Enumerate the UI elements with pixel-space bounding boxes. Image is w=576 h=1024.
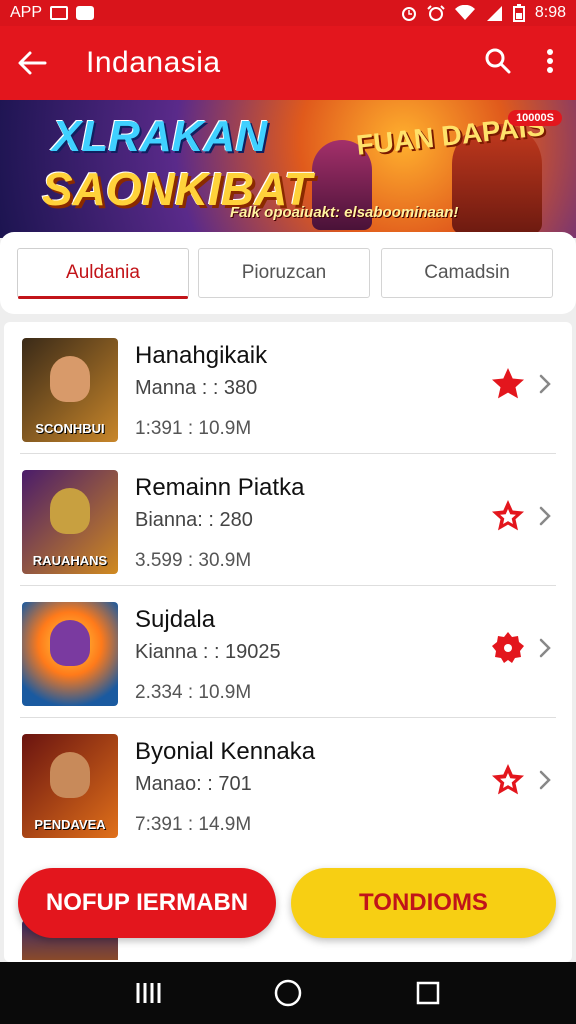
alarm-icon [401,7,416,21]
game-size: 1:391 : 10.9M [135,418,252,439]
favorite-star-icon[interactable] [490,762,526,798]
favorite-star-icon[interactable] [490,366,526,402]
game-size: 7:391 : 14.9M [135,814,252,835]
thumbnail-caption: PENDAVEA [34,817,106,832]
battery-icon [512,4,525,22]
list-item[interactable]: SCONHBUI Hanahgikaik Manna : : 380 1:391… [4,322,572,454]
arrow-left-icon [18,51,47,75]
alarm-clock-icon [427,5,445,21]
back-button[interactable] [16,47,48,79]
banner-badge: 10000S [508,110,562,126]
chevron-right-icon[interactable] [535,504,555,528]
more-vertical-icon [547,48,553,73]
game-thumbnail [22,602,118,706]
character-image [50,620,90,666]
game-list: SCONHBUI Hanahgikaik Manna : : 380 1:391… [4,322,572,962]
status-app-label: APP [10,4,43,21]
tab-camadsin[interactable]: Camadsin [381,248,553,298]
promo-banner[interactable]: XLRAKAN SAONKIBAT FUAN DAPAIS Falk opoai… [0,100,576,238]
favorite-star-icon[interactable] [490,498,526,534]
search-button[interactable] [484,47,512,80]
notification-icon [50,6,69,20]
status-time: 8:98 [534,4,566,21]
game-stat: Kianna : : 19025 [135,641,281,663]
game-thumbnail: PENDAVEA [22,734,118,838]
chevron-right-icon[interactable] [535,768,555,792]
recent-apps-button[interactable] [128,973,168,1013]
thumbnail-caption: SCONHBUI [35,421,105,436]
list-item[interactable]: RAUAHANS Remainn Piatka Bianna: : 280 3.… [4,454,572,586]
banner-tagline: Falk opoaiuakt: elsaboominaan! [230,204,459,221]
character-image [50,488,90,534]
game-stat: Bianna: : 280 [135,509,253,531]
tab-pioruzcan[interactable]: Pioruzcan [198,248,370,298]
list-item[interactable]: Sujdala Kianna : : 19025 2.334 : 10.9M [4,586,572,718]
game-name: Sujdala [135,606,216,633]
game-name: Remainn Piatka [135,474,305,501]
game-size: 2.334 : 10.9M [135,682,252,703]
message-icon [76,6,95,20]
recent-apps-icon [136,983,161,1003]
favorite-badge-icon[interactable] [490,630,526,666]
system-nav-bar [0,962,576,1024]
status-bar: APP 8:98 [0,0,576,26]
page-title: Indanasia [86,46,221,79]
character-image [50,356,90,402]
chevron-right-icon[interactable] [535,636,555,660]
wifi-icon [454,5,475,20]
signal-icon [486,6,502,21]
game-thumbnail: RAUAHANS [22,470,118,574]
character-image [50,752,90,798]
game-stat: Manao: : 701 [135,773,252,795]
chevron-right-icon[interactable] [535,372,555,396]
square-icon [416,981,440,1005]
banner-title-line1: XLRAKAN [52,112,268,161]
game-name: Hanahgikaik [135,342,268,369]
game-thumbnail: SCONHBUI [22,338,118,442]
back-nav-button[interactable] [408,973,448,1013]
secondary-action-button[interactable]: TONDIOMS [291,868,556,938]
list-item[interactable]: PENDAVEA Byonial Kennaka Manao: : 701 7:… [4,718,572,850]
overflow-menu-button[interactable] [546,48,554,79]
tab-auldania[interactable]: Auldania [17,248,189,299]
game-size: 3.599 : 30.9M [135,550,252,571]
primary-action-button[interactable]: NOFUP IERMABN [18,868,276,938]
home-button[interactable] [268,973,308,1013]
tab-bar: Auldania Pioruzcan Camadsin [0,232,576,314]
game-stat: Manna : : 380 [135,377,258,399]
home-circle-icon [274,979,302,1007]
thumbnail-caption: RAUAHANS [32,553,108,568]
search-icon [485,48,511,73]
game-name: Byonial Kennaka [135,738,316,765]
app-bar: Indanasia [0,26,576,100]
